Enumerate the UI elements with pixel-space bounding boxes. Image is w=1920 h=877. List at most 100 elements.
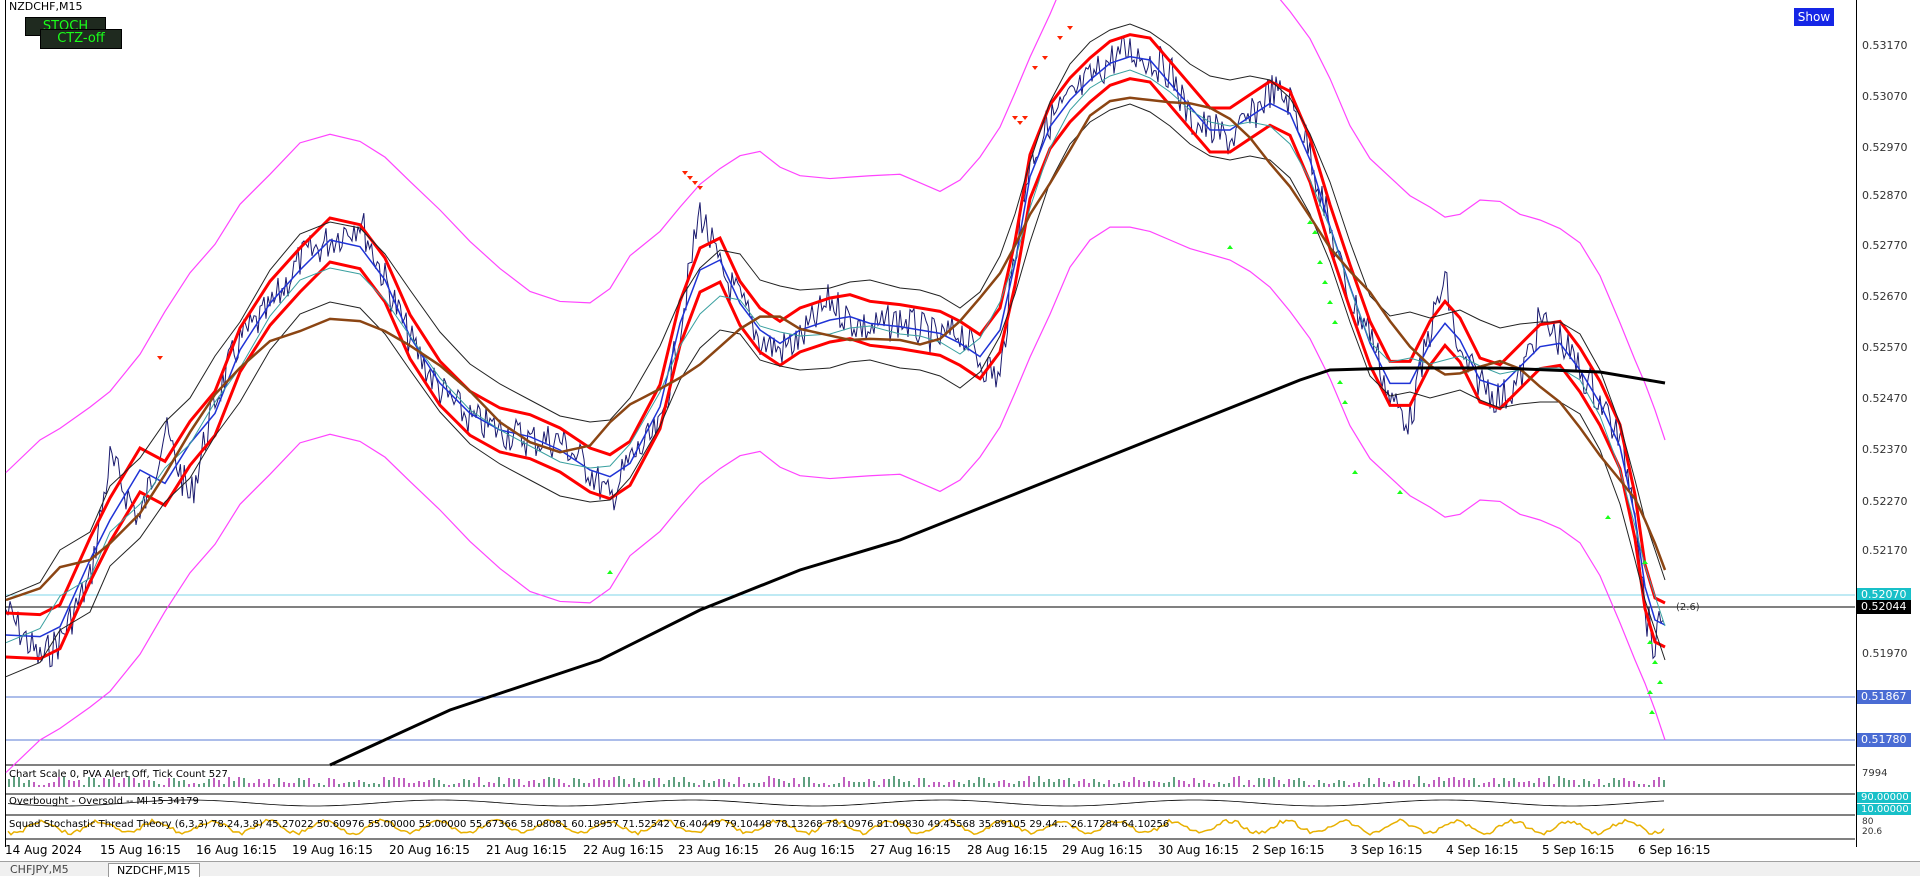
show-button[interactable]: Show xyxy=(1794,8,1834,26)
volume-bar xyxy=(658,778,660,787)
volume-bar xyxy=(268,779,270,787)
volume-bar xyxy=(823,783,825,787)
volume-bar xyxy=(23,783,25,787)
volume-bar xyxy=(928,785,930,787)
volume-bar xyxy=(1008,783,1010,787)
volume-bar xyxy=(1033,782,1035,787)
volume-bar xyxy=(1243,785,1245,787)
volume-bar xyxy=(1463,778,1465,787)
volume-bar xyxy=(433,778,435,787)
volume-bar xyxy=(1528,781,1530,787)
chart-title: NZDCHF,M15 xyxy=(9,0,83,13)
volume-bar xyxy=(1548,776,1550,787)
volume-bar xyxy=(863,782,865,787)
volume-bar xyxy=(328,778,330,787)
time-axis-label: 5 Sep 16:15 xyxy=(1542,843,1615,857)
time-axis-label: 4 Sep 16:15 xyxy=(1446,843,1519,857)
volume-bar xyxy=(708,783,710,787)
volume-bar xyxy=(1198,783,1200,787)
volume-bar xyxy=(1438,777,1440,787)
sell-arrow-icon xyxy=(1022,116,1028,120)
bollinger-upper xyxy=(5,23,1666,598)
volume-bar xyxy=(788,783,790,787)
volume-bar xyxy=(1088,783,1090,787)
volume-bar xyxy=(358,780,360,787)
volume-bar xyxy=(1458,780,1460,787)
volume-bar xyxy=(1533,783,1535,787)
volume-bar xyxy=(438,780,440,787)
volume-bar xyxy=(383,777,385,787)
volume-bar xyxy=(423,782,425,787)
volume-bar xyxy=(248,783,250,787)
volume-bar xyxy=(578,779,580,787)
volume-bar xyxy=(1028,776,1030,787)
volume-bar xyxy=(323,785,325,787)
volume-bar xyxy=(278,778,280,787)
volume-bar xyxy=(318,783,320,787)
volume-bar xyxy=(888,779,890,787)
volume-bar xyxy=(933,782,935,787)
buy-arrow-icon xyxy=(1649,710,1655,714)
time-axis-label: 29 Aug 16:15 xyxy=(1062,843,1143,857)
volume-bar xyxy=(448,785,450,787)
volume-bar xyxy=(738,777,740,787)
volume-bar xyxy=(1513,778,1515,787)
volume-bar xyxy=(803,777,805,787)
tab-chfjpy[interactable]: CHFJPY,M5 xyxy=(2,863,77,876)
volume-bar xyxy=(678,782,680,787)
volume-bar xyxy=(908,781,910,787)
volume-bar xyxy=(1173,777,1175,787)
volume-bar xyxy=(1113,784,1115,787)
time-axis-label: 14 Aug 2024 xyxy=(5,843,82,857)
volume-bar xyxy=(178,781,180,787)
mt4-chart-window: NZDCHF,M15 STOCH CTZ-off Show 0.53170 0.5… xyxy=(0,0,1920,877)
volume-bar xyxy=(53,782,55,787)
volume-bar xyxy=(1428,784,1430,787)
buy-arrow-icon xyxy=(1317,260,1323,264)
volume-bar xyxy=(1588,781,1590,787)
price-chart[interactable] xyxy=(0,0,1920,875)
volume-bar xyxy=(748,783,750,787)
volume-bar xyxy=(1333,783,1335,787)
volume-bar xyxy=(1258,778,1260,787)
volume-bar xyxy=(1598,779,1600,787)
volume-bar xyxy=(1068,778,1070,787)
volume-bar xyxy=(923,778,925,787)
volume-bar xyxy=(1568,780,1570,787)
volume-bar xyxy=(1508,781,1510,787)
volume-bar xyxy=(703,780,705,787)
volume-bar xyxy=(273,784,275,787)
volume-bar xyxy=(488,782,490,787)
volume-bar xyxy=(993,783,995,787)
volume-bar xyxy=(813,783,815,787)
volume-bar xyxy=(843,777,845,787)
volume-bar xyxy=(1283,784,1285,787)
volume-bar xyxy=(688,782,690,787)
sell-arrow-icon xyxy=(1042,56,1048,60)
long-black-ma xyxy=(329,366,1666,767)
volume-bar xyxy=(1343,781,1345,787)
price-axis-label: 0.52470 xyxy=(1862,392,1908,405)
volume-bar xyxy=(593,779,595,787)
sell-arrow-icon xyxy=(1057,36,1063,40)
volume-bar xyxy=(1353,783,1355,787)
volume-bar xyxy=(308,778,310,787)
volume-bar xyxy=(408,783,410,787)
volume-bar xyxy=(38,785,40,787)
buy-arrow-icon xyxy=(1397,490,1403,494)
volume-bar xyxy=(798,784,800,787)
stoch-axis-80: 80 xyxy=(1862,817,1874,827)
time-axis-label: 2 Sep 16:15 xyxy=(1252,843,1325,857)
volume-bar xyxy=(753,783,755,787)
volume-bar xyxy=(553,778,555,787)
volume-bar xyxy=(513,779,515,787)
volume-bar xyxy=(143,780,145,787)
sell-arrow-icon xyxy=(682,171,688,175)
volume-bar xyxy=(8,779,10,787)
volume-bar xyxy=(108,779,110,787)
volume-bar xyxy=(1383,782,1385,787)
volume-bar xyxy=(973,783,975,787)
ctz-button[interactable]: CTZ-off xyxy=(40,29,122,49)
price-axis-label: 0.53170 xyxy=(1862,39,1908,52)
volume-bar xyxy=(1363,784,1365,787)
